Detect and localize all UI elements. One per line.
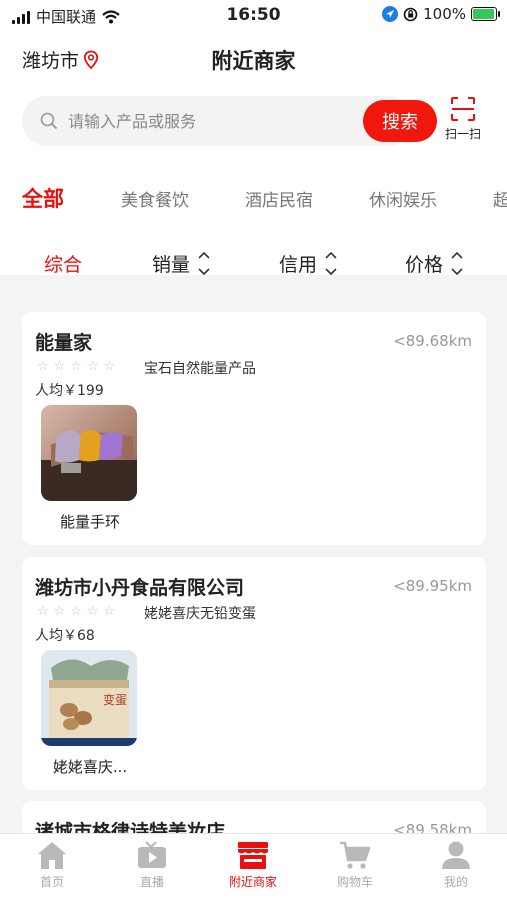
category-tab-super[interactable]: 超 (493, 186, 507, 211)
sort-overall-label: 综合 (44, 254, 83, 276)
rating-stars-icon: ☆☆☆☆☆ (37, 604, 121, 619)
tab-cart[interactable]: 购物车 (310, 840, 400, 890)
sort-credit[interactable]: 信用 (279, 250, 337, 277)
shopping-cart-icon (340, 841, 371, 869)
store-card[interactable]: 潍坊市小丹食品有限公司 <89.95km ☆☆☆☆☆ 姥姥喜庆无铅变蛋 人均￥6… (22, 557, 486, 790)
sort-arrows-icon (451, 252, 463, 275)
sort-arrows-icon (198, 252, 210, 275)
bottom-tab-bar: 首页 直播 附近商家 购物车 我的 (0, 833, 507, 900)
page-title: 附近商家 (211, 49, 296, 73)
tab-mine-label: 我的 (443, 875, 468, 889)
sort-arrows-icon (325, 252, 337, 275)
sort-sales-label: 销量 (152, 254, 191, 276)
store-slogan: 宝石自然能量产品 (144, 361, 256, 377)
store-distance: <89.95km (393, 577, 472, 595)
battery-percent: 100% (423, 5, 466, 23)
tab-live-label: 直播 (139, 875, 164, 889)
tab-home-label: 首页 (39, 875, 64, 889)
sort-price[interactable]: 价格 (405, 250, 463, 277)
sort-overall[interactable]: 综合 (44, 250, 82, 277)
store-avg-price: 人均￥68 (35, 628, 95, 644)
search-icon (40, 112, 58, 130)
sort-price-label: 价格 (405, 254, 444, 276)
product-image[interactable] (41, 405, 137, 501)
category-tabs: 全部 美食餐饮 酒店民宿 休闲娱乐 超 (0, 180, 507, 220)
store-distance: <89.68km (393, 332, 472, 350)
orientation-lock-icon (403, 7, 418, 21)
store-name: 能量家 (35, 332, 93, 354)
tab-live[interactable]: 直播 (107, 840, 197, 890)
category-tab-food[interactable]: 美食餐饮 (121, 186, 189, 211)
store-avg-price: 人均￥199 (35, 383, 104, 399)
category-tab-all[interactable]: 全部 (22, 183, 64, 213)
product-image[interactable]: 变蛋 (41, 650, 137, 746)
location-arrow-icon (382, 6, 399, 22)
tab-nearby-label: 附近商家 (228, 875, 277, 889)
scan-icon (451, 97, 475, 121)
home-icon (38, 842, 66, 869)
battery-icon (471, 7, 500, 21)
tab-mine[interactable]: 我的 (411, 840, 501, 890)
product-name[interactable]: 姥姥喜庆... (40, 756, 140, 777)
search-button[interactable]: 搜索 (363, 100, 437, 142)
tab-home[interactable]: 首页 (7, 840, 97, 890)
scan-label: 扫一扫 (444, 127, 481, 141)
search-input[interactable] (68, 96, 358, 146)
tab-cart-label: 购物车 (336, 875, 373, 889)
sort-credit-label: 信用 (279, 254, 318, 276)
svg-text:变蛋: 变蛋 (103, 692, 127, 707)
store-name: 潍坊市小丹食品有限公司 (35, 577, 245, 599)
tab-nearby[interactable]: 附近商家 (208, 840, 298, 890)
store-card[interactable]: 能量家 <89.68km ☆☆☆☆☆ 宝石自然能量产品 人均￥199 能量手环 (22, 312, 486, 545)
page-header: 潍坊市 附近商家 搜索 扫一扫 全部 美食餐饮 酒店民宿 休闲娱乐 超 综合 销… (0, 30, 507, 276)
rating-stars-icon: ☆☆☆☆☆ (37, 359, 121, 374)
search-box (22, 96, 412, 146)
scan-button[interactable]: 扫一扫 (442, 96, 484, 142)
shop-icon (238, 842, 268, 869)
sort-sales[interactable]: 销量 (152, 250, 210, 277)
status-bar: 中国联通 16:50 100% (0, 0, 507, 30)
sort-bar: 综合 销量 信用 价格 (0, 242, 507, 282)
category-tab-hotel[interactable]: 酒店民宿 (245, 186, 313, 211)
category-tab-leisure[interactable]: 休闲娱乐 (369, 186, 437, 211)
tv-icon (138, 841, 166, 868)
product-name[interactable]: 能量手环 (40, 511, 140, 532)
store-slogan: 姥姥喜庆无铅变蛋 (144, 606, 256, 622)
user-icon (442, 841, 470, 869)
